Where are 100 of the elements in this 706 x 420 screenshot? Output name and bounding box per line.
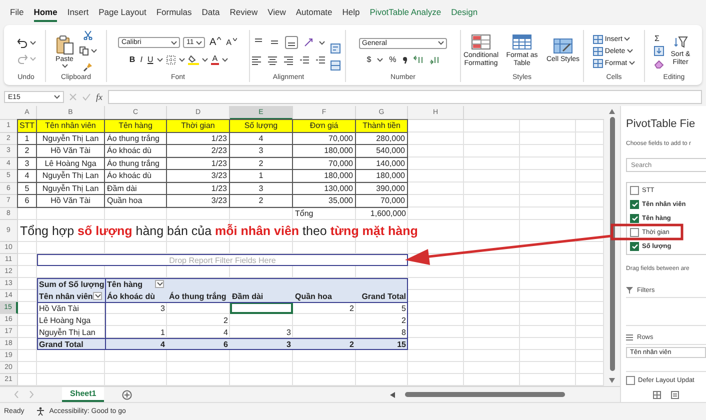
align-icon[interactable] <box>299 55 310 66</box>
caret-icon[interactable] <box>157 58 164 62</box>
menu-tab[interactable]: Review <box>230 4 258 22</box>
checkbox[interactable] <box>630 242 639 251</box>
table-header-cell: Thời gian <box>166 119 230 132</box>
borders-icon[interactable] <box>166 54 176 64</box>
accessibility-icon[interactable] <box>36 406 46 416</box>
caret-icon <box>171 40 178 44</box>
table-header-cell: Tên nhân viên <box>36 119 105 132</box>
table-header-cell: Đơn giá <box>292 119 356 132</box>
menu-tab[interactable]: Page Layout <box>98 4 146 22</box>
align-icon[interactable] <box>267 55 278 66</box>
caret-icon <box>30 41 36 45</box>
menu-tab[interactable]: Data <box>202 4 220 22</box>
align-icon[interactable] <box>251 55 262 66</box>
rows-icon <box>626 334 633 340</box>
filter-dropdown-button[interactable] <box>93 292 102 300</box>
shrink-font-button[interactable]: A <box>225 38 238 47</box>
caret-icon[interactable] <box>318 40 324 44</box>
caret-icon <box>438 41 444 45</box>
filter-dropdown-button[interactable] <box>155 280 164 288</box>
funnel-icon <box>674 35 688 49</box>
menu-tab[interactable]: Help <box>342 4 360 22</box>
align-icon[interactable] <box>315 55 326 66</box>
panel-title: PivotTable Fie <box>626 118 696 131</box>
caret-icon[interactable] <box>179 58 186 62</box>
caret-icon <box>30 57 36 61</box>
caret-icon <box>232 38 236 41</box>
scroll-left-icon[interactable] <box>390 392 395 398</box>
align-icon[interactable] <box>283 55 294 66</box>
menu-tab[interactable]: Design <box>451 4 478 22</box>
caret-icon[interactable] <box>222 58 228 62</box>
caret-icon <box>94 294 100 298</box>
currency-button[interactable]: $ <box>366 55 372 64</box>
copy-icon[interactable] <box>78 46 88 56</box>
percent-button[interactable]: % <box>388 55 398 64</box>
checkbox[interactable] <box>630 214 639 223</box>
menu-tab[interactable]: File <box>10 4 24 22</box>
menu-tab[interactable]: Insert <box>67 4 89 22</box>
caret-icon <box>62 64 68 68</box>
menu-tab[interactable]: Formulas <box>156 4 192 22</box>
cut-icon[interactable] <box>82 30 92 40</box>
underline-button[interactable]: U <box>146 55 154 64</box>
caret-icon <box>156 282 162 286</box>
horizontal-scrollbar[interactable] <box>405 392 565 397</box>
brush-icon[interactable] <box>82 62 92 72</box>
pivot-cell-text: 1 <box>160 326 166 338</box>
grid-icon <box>592 58 603 68</box>
caret-icon[interactable] <box>377 58 384 62</box>
table-icon <box>512 34 532 50</box>
pivot-column-header: Grand Total <box>356 290 408 302</box>
pivot-cell-text: 4 <box>222 326 229 338</box>
eraser-icon[interactable] <box>654 58 664 68</box>
table-cell: 3/23 <box>166 194 230 208</box>
scroll-up-icon[interactable] <box>609 109 615 114</box>
caret-icon[interactable] <box>202 58 208 62</box>
menu-tab[interactable]: PivotTable Analyze <box>370 4 442 22</box>
pivot-cell-text: 2 <box>400 314 407 326</box>
funnel-icon <box>626 287 633 294</box>
increase-decimal-icon[interactable] <box>413 54 424 64</box>
menu-tab[interactable]: View <box>268 4 286 22</box>
pivot-column-header: Đầm dài <box>230 290 293 302</box>
insert-function-button[interactable]: fx <box>96 92 102 102</box>
bold-button[interactable]: B <box>128 55 136 64</box>
comma-style-icon[interactable] <box>402 54 408 64</box>
grow-font-button[interactable]: A <box>208 37 222 48</box>
italic-button[interactable]: I <box>139 55 144 64</box>
pivot-row-field: Tên nhân viên <box>37 290 105 302</box>
merge-icon[interactable] <box>330 60 340 70</box>
menu-tab[interactable]: Automate <box>296 4 332 22</box>
table-cell: 35,000 <box>292 194 356 208</box>
pivot-cell-text: 2 <box>222 314 229 326</box>
checkbox[interactable] <box>626 376 635 385</box>
table-cell: 70,000 <box>355 194 408 208</box>
paste-icon <box>56 34 74 54</box>
align-icon[interactable] <box>284 36 298 49</box>
table-header-cell: Thành tiền <box>355 119 408 132</box>
scroll-thumb[interactable] <box>610 117 614 371</box>
scroll-down-icon[interactable] <box>609 378 615 383</box>
wrap-text-icon[interactable] <box>330 42 340 54</box>
list-layout-icon[interactable] <box>671 391 679 399</box>
orientation-icon[interactable] <box>302 37 314 48</box>
undo-button[interactable] <box>16 38 36 48</box>
add-sheet-icon[interactable] <box>122 390 132 400</box>
pivot-cell-text: 3 <box>286 326 292 338</box>
font-color-button[interactable]: A <box>211 54 219 65</box>
checkbox[interactable] <box>630 186 639 195</box>
pivot-column-header: Áo thung trắng <box>167 290 230 302</box>
formula-input[interactable] <box>108 90 702 104</box>
checkbox[interactable] <box>630 228 639 237</box>
undo-icon <box>16 38 28 48</box>
grid-layout-icon[interactable] <box>653 391 661 399</box>
pivot-cell-text: 3 <box>160 302 166 314</box>
autosum-button[interactable]: Σ <box>654 34 660 42</box>
checkbox[interactable] <box>630 200 639 209</box>
sheet-tab[interactable]: Sheet1 <box>62 387 104 402</box>
fill-down-icon[interactable] <box>654 46 664 56</box>
decrease-decimal-icon[interactable] <box>429 54 440 64</box>
fill-color-icon[interactable] <box>188 54 200 65</box>
menu-tab[interactable]: Home <box>34 4 58 22</box>
